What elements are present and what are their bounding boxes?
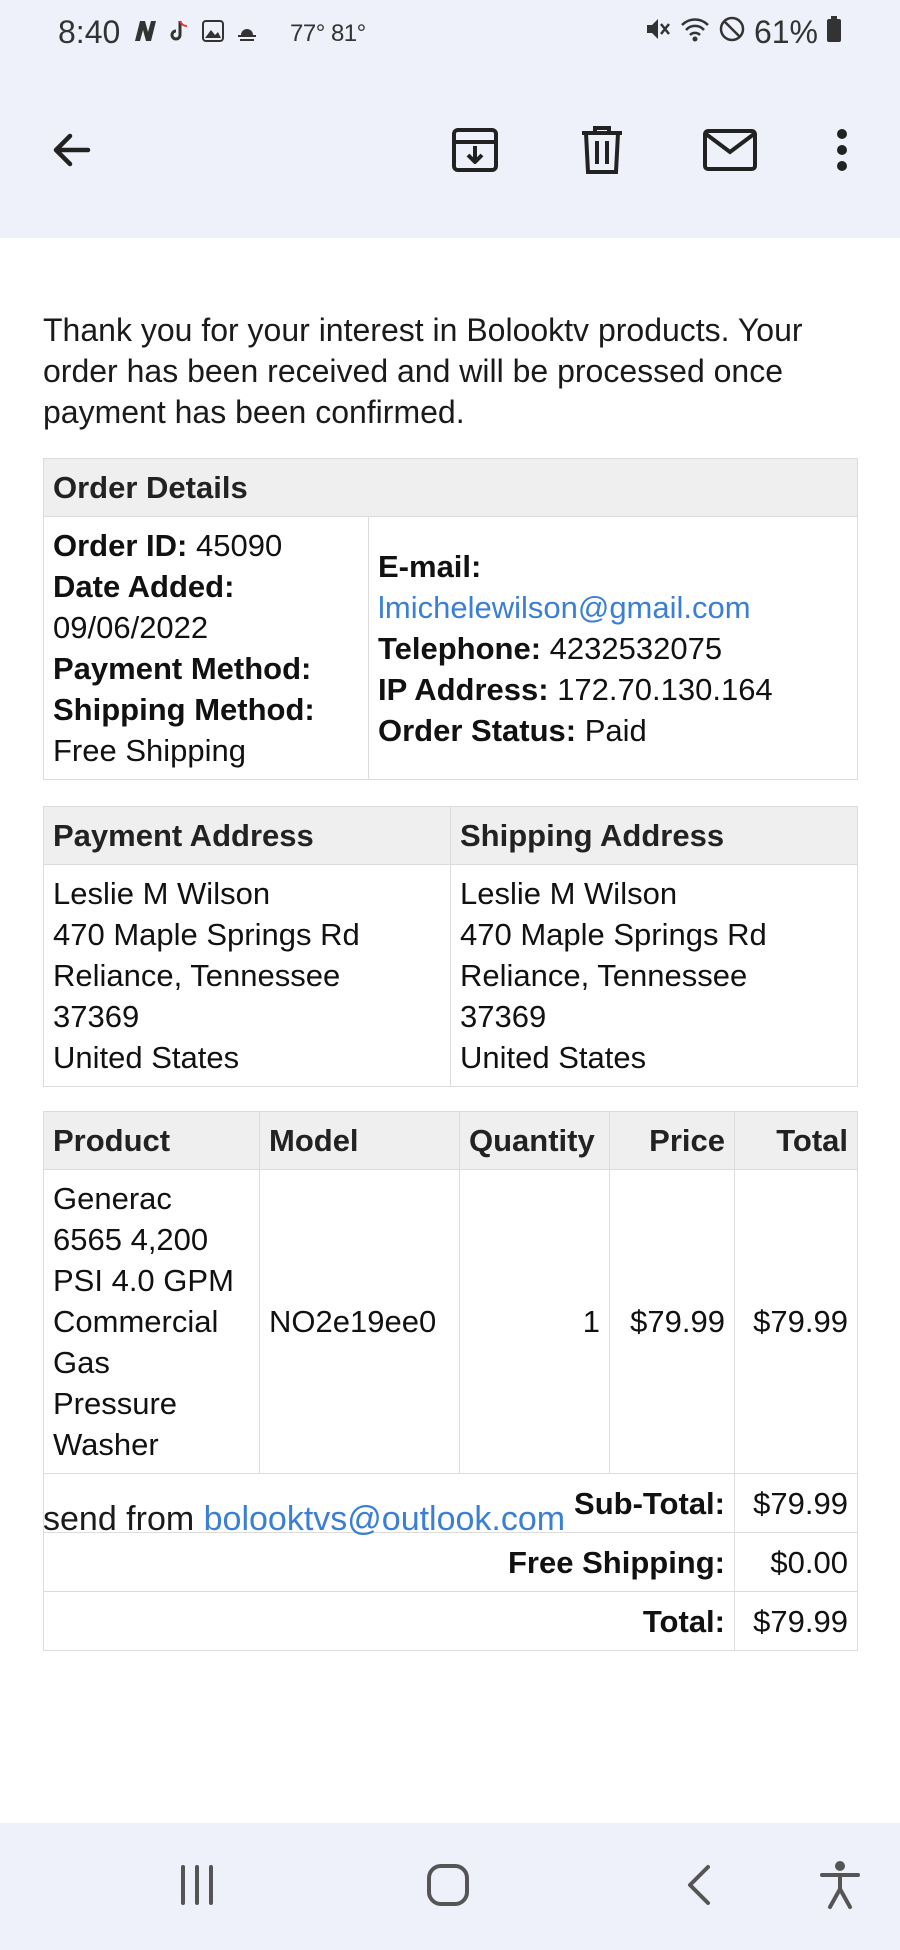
order-info-cell: Order ID: 45090 Date Added: 09/06/2022 P… bbox=[43, 516, 369, 780]
system-nav-bar bbox=[0, 1823, 900, 1950]
status-time: 8:40 bbox=[58, 14, 121, 50]
order-details-header: Order Details bbox=[43, 458, 858, 517]
home-icon bbox=[424, 1861, 472, 1914]
order-status-label: Order Status: bbox=[378, 712, 577, 748]
back-arrow-icon bbox=[48, 126, 96, 179]
total-value: $79.99 bbox=[734, 1591, 858, 1651]
shipping-value: $0.00 bbox=[734, 1532, 858, 1592]
n-app-icon bbox=[132, 18, 158, 44]
back-icon bbox=[680, 1863, 720, 1912]
payment-address-line: Leslie M Wilson bbox=[53, 876, 271, 911]
order-details-table: Order Details Order ID: 45090 Date Added… bbox=[43, 458, 858, 780]
archive-button[interactable] bbox=[445, 122, 505, 182]
product-name-line: PSI 4.0 GPM bbox=[53, 1263, 234, 1298]
total-label: Total: bbox=[43, 1591, 735, 1651]
email-body: Thank you for your interest in Bolooktv … bbox=[0, 238, 900, 1823]
tiktok-icon bbox=[166, 18, 192, 44]
product-total: $79.99 bbox=[734, 1169, 858, 1474]
status-left-icons bbox=[132, 18, 260, 44]
column-header-quantity: Quantity bbox=[459, 1111, 610, 1170]
product-name-line: Generac bbox=[53, 1181, 172, 1216]
shipping-method-value: Free Shipping bbox=[53, 733, 247, 768]
mark-unread-button[interactable] bbox=[700, 122, 760, 182]
recent-apps-button[interactable] bbox=[165, 1855, 229, 1919]
ip-address-value: 172.70.130.164 bbox=[557, 671, 773, 707]
system-back-button[interactable] bbox=[668, 1855, 732, 1919]
date-added-label: Date Added: bbox=[53, 569, 235, 604]
telephone-label: Telephone: bbox=[378, 630, 542, 666]
battery-icon bbox=[826, 14, 842, 51]
column-header-total: Total bbox=[734, 1111, 858, 1170]
column-header-model: Model bbox=[259, 1111, 460, 1170]
product-name-line: Pressure bbox=[53, 1386, 178, 1421]
status-right-icons: 61% bbox=[644, 14, 842, 51]
total-row: Total: $79.99 bbox=[43, 1591, 858, 1651]
mark-unread-icon bbox=[702, 126, 758, 179]
more-vert-icon bbox=[834, 126, 850, 179]
customer-email-link[interactable]: lmichelewilson@gmail.com bbox=[378, 587, 848, 628]
delete-button[interactable] bbox=[572, 122, 632, 182]
home-button[interactable] bbox=[416, 1855, 480, 1919]
shipping-address-line: Leslie M Wilson bbox=[460, 876, 678, 911]
shipping-address-line: Reliance, Tennessee bbox=[460, 958, 748, 993]
order-status-value: Paid bbox=[584, 712, 647, 748]
accessibility-button[interactable] bbox=[808, 1855, 872, 1919]
more-options-button[interactable] bbox=[812, 122, 872, 182]
product-model: NO2e19ee0 bbox=[259, 1169, 460, 1474]
product-name-line: Washer bbox=[53, 1427, 159, 1462]
payment-address-line: United States bbox=[53, 1040, 240, 1075]
payment-method-label: Payment Method: bbox=[53, 651, 312, 686]
shipping-method-label: Shipping Method: bbox=[53, 692, 315, 727]
status-bar: 8:40 77° 81° 61% bbox=[0, 0, 900, 70]
telephone-value: 4232532075 bbox=[549, 630, 723, 666]
payment-address-line: 470 Maple Springs Rd bbox=[53, 917, 360, 952]
intro-text: Thank you for your interest in Bolooktv … bbox=[43, 312, 803, 430]
shipping-row: Free Shipping: $0.00 bbox=[43, 1532, 858, 1592]
email-app-bar bbox=[0, 70, 900, 238]
wifi-icon bbox=[680, 14, 710, 51]
send-from-line: send from bolooktvs@outlook.com bbox=[43, 1500, 565, 1539]
send-from-label: send from bbox=[43, 1500, 195, 1538]
payment-address-header: Payment Address bbox=[43, 806, 451, 865]
product-name-cell: Generac 6565 4,200 PSI 4.0 GPM Commercia… bbox=[43, 1169, 260, 1474]
sender-email-link[interactable]: bolooktvs@outlook.com bbox=[204, 1500, 565, 1538]
order-id-label: Order ID: bbox=[53, 528, 188, 563]
product-quantity: 1 bbox=[459, 1169, 610, 1474]
product-price: $79.99 bbox=[609, 1169, 735, 1474]
recent-apps-icon bbox=[175, 1863, 219, 1912]
payment-address-line: 37369 bbox=[53, 999, 140, 1034]
subtotal-value: $79.99 bbox=[734, 1473, 858, 1533]
email-label: E-mail: bbox=[378, 548, 482, 584]
accessibility-icon bbox=[818, 1859, 862, 1916]
product-name-line: Commercial bbox=[53, 1304, 219, 1339]
ip-address-label: IP Address: bbox=[378, 671, 549, 707]
shipping-address-cell: Leslie M Wilson 470 Maple Springs Rd Rel… bbox=[450, 864, 858, 1087]
shipping-address-line: United States bbox=[460, 1040, 647, 1075]
order-id-value: 45090 bbox=[195, 528, 283, 563]
contact-info-cell: E-mail: lmichelewilson@gmail.com Telepho… bbox=[368, 516, 858, 780]
table-row: Generac 6565 4,200 PSI 4.0 GPM Commercia… bbox=[43, 1169, 858, 1474]
weather-icon bbox=[234, 18, 260, 44]
date-added-value: 09/06/2022 bbox=[53, 610, 209, 645]
product-name-line: Gas bbox=[53, 1345, 110, 1380]
payment-address-cell: Leslie M Wilson 470 Maple Springs Rd Rel… bbox=[43, 864, 451, 1087]
shipping-address-line: 37369 bbox=[460, 999, 547, 1034]
shipping-label: Free Shipping: bbox=[43, 1532, 735, 1592]
gallery-icon bbox=[200, 18, 226, 44]
products-table: Product Model Quantity Price Total Gener… bbox=[43, 1111, 858, 1651]
shipping-address-line: 470 Maple Springs Rd bbox=[460, 917, 767, 952]
dnd-icon bbox=[718, 14, 746, 51]
column-header-product: Product bbox=[43, 1111, 260, 1170]
archive-icon bbox=[449, 124, 501, 181]
delete-icon bbox=[578, 124, 626, 181]
shipping-address-header: Shipping Address bbox=[450, 806, 858, 865]
product-name-line: 6565 4,200 bbox=[53, 1222, 209, 1257]
battery-text: 61% bbox=[753, 14, 818, 50]
status-temperature: 77° 81° bbox=[290, 20, 366, 47]
column-header-price: Price bbox=[609, 1111, 735, 1170]
payment-address-line: Reliance, Tennessee bbox=[53, 958, 341, 993]
address-table: Payment Address Shipping Address Leslie … bbox=[43, 806, 858, 1087]
back-button[interactable] bbox=[42, 122, 102, 182]
mute-icon bbox=[644, 14, 672, 51]
